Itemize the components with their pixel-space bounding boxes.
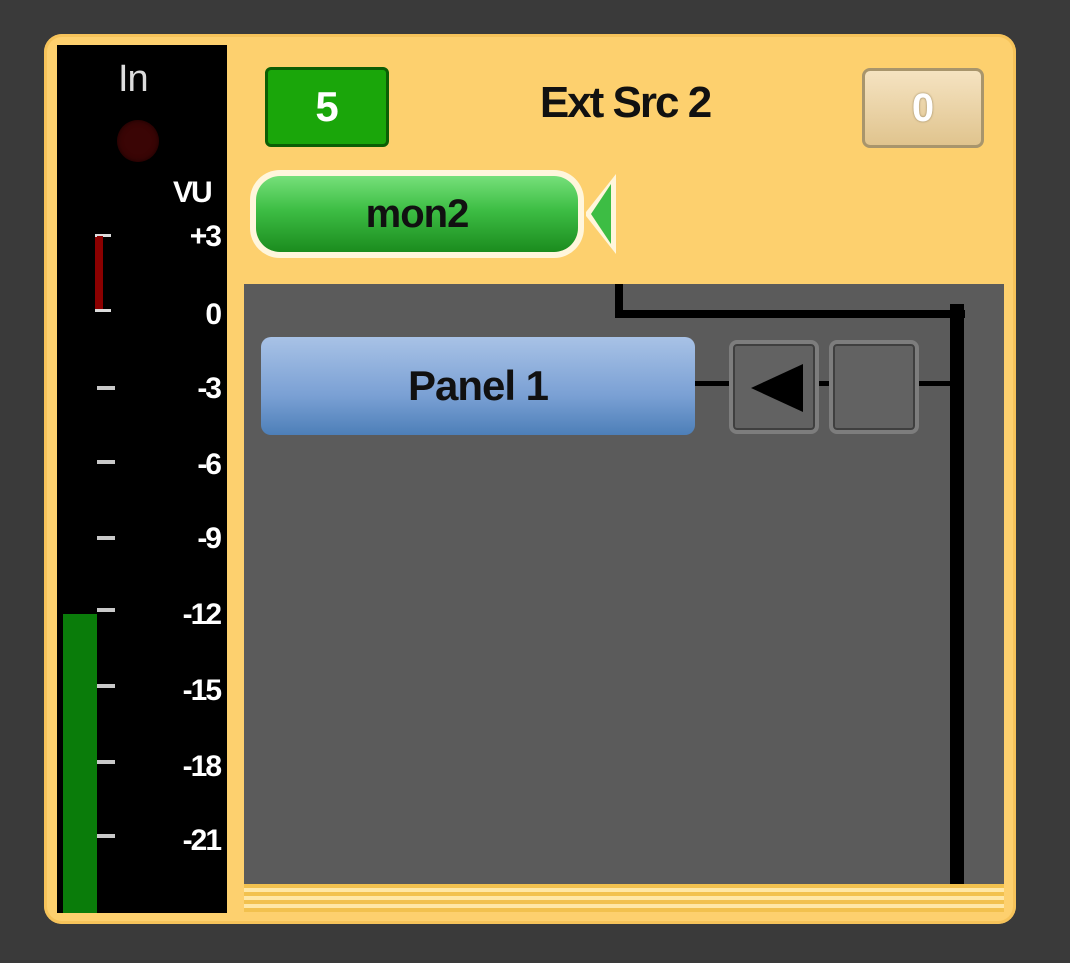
peak-indicator-icon [95,234,117,312]
connector-line [950,304,964,886]
scale-tick [97,834,115,838]
scale-tick [97,460,115,464]
monitor-button[interactable]: mon2 [250,170,584,258]
in-led-icon [117,120,159,162]
scale-tick [97,386,115,390]
scale-label: -15 [182,674,222,707]
bottom-border-stripe [244,884,1004,912]
scale-label: -9 [197,522,222,555]
monitor-label: mon2 [256,176,578,252]
in-label: In [118,58,149,100]
scale-label: -6 [197,448,222,481]
panel-button[interactable]: Panel 1 [261,337,695,435]
scale-label: -3 [197,372,222,405]
source-number-badge[interactable]: 5 [265,67,389,147]
stop-button[interactable] [829,340,919,434]
scale-label: -18 [182,750,222,783]
scale-tick [97,684,115,688]
triangle-left-icon [586,174,616,254]
scale-tick [97,536,115,540]
scale-label: 0 [205,298,222,331]
scale-label: +3 [189,220,222,253]
scale-tick [97,760,115,764]
back-button[interactable] [729,340,819,434]
connector-line [615,310,965,318]
triangle-left-icon [751,364,803,412]
scale-tick [97,608,115,612]
scale-label: -21 [182,824,222,857]
meter-level-bar [63,614,97,913]
counter-button[interactable]: 0 [862,68,984,148]
scale-label: -12 [182,598,222,631]
vu-label: VU [173,176,213,209]
source-title: Ext Src 2 [539,78,712,127]
